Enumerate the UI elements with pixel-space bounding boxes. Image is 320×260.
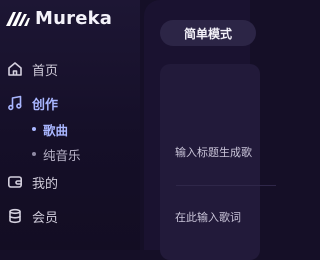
wallet-icon (6, 173, 24, 191)
sidebar-item-home[interactable]: 首页 (6, 58, 58, 80)
sub-item-label: 纯音乐 (43, 147, 81, 163)
home-icon (6, 60, 24, 78)
music-note-icon (6, 94, 24, 112)
bullet-dot (32, 152, 36, 156)
database-icon (6, 207, 24, 225)
sub-item-label: 歌曲 (43, 122, 69, 138)
tab-simple-mode[interactable]: 简单模式 (160, 20, 256, 46)
sidebar-item-label: 创作 (32, 97, 59, 113)
title-input[interactable]: 输入标题生成歌 (175, 144, 252, 160)
sub-item-songs[interactable]: 歌曲 (32, 120, 68, 138)
brand-name: Mureka (35, 7, 113, 29)
mureka-logo-icon (6, 12, 30, 26)
sidebar-item-label: 首页 (32, 63, 59, 79)
sidebar: Mureka 首页 创作 歌曲 纯音乐 我的 会员 (0, 0, 140, 250)
sidebar-item-create[interactable]: 创作 (6, 92, 58, 114)
sidebar-item-membership[interactable]: 会员 (6, 205, 58, 227)
divider (176, 185, 276, 186)
sidebar-item-mine[interactable]: 我的 (6, 171, 58, 193)
input-card: 输入标题生成歌 在此输入歌词 (160, 64, 276, 260)
bullet-dot (32, 127, 36, 131)
lyrics-input[interactable]: 在此输入歌词 (175, 209, 241, 225)
sidebar-item-label: 我的 (32, 176, 59, 192)
sidebar-item-label: 会员 (32, 210, 59, 226)
main-panel: 简单模式 输入标题生成歌 在此输入歌词 (144, 0, 276, 260)
sub-item-instrumental[interactable]: 纯音乐 (32, 145, 81, 163)
brand[interactable]: Mureka (6, 7, 112, 29)
